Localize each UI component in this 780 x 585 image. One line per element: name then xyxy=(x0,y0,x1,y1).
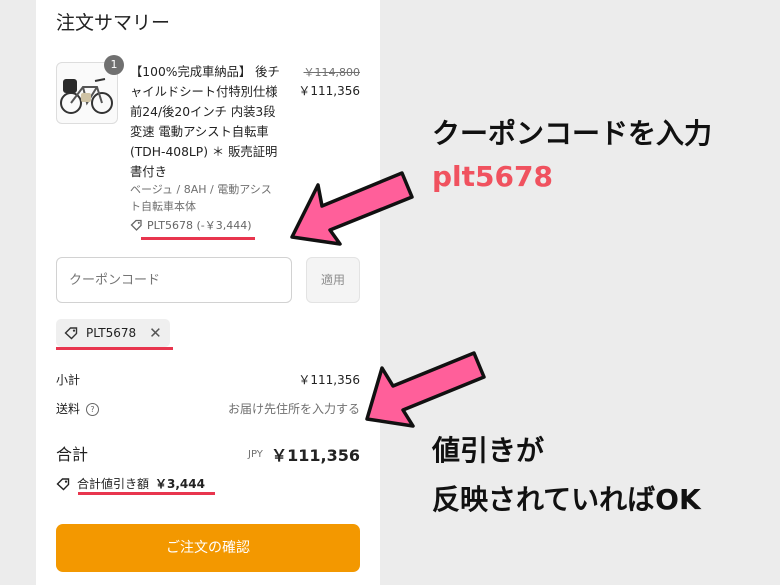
annotation-discount-note: 値引きが xyxy=(432,434,545,467)
annotation-coupon-instruction: クーポンコードを入力 xyxy=(432,117,713,150)
annotation-coupon-code: plt5678 xyxy=(432,160,553,193)
arrow-icon xyxy=(290,171,414,246)
annotation-discount-ok: 反映されていればOK xyxy=(432,483,701,516)
arrow-icon xyxy=(365,351,486,428)
